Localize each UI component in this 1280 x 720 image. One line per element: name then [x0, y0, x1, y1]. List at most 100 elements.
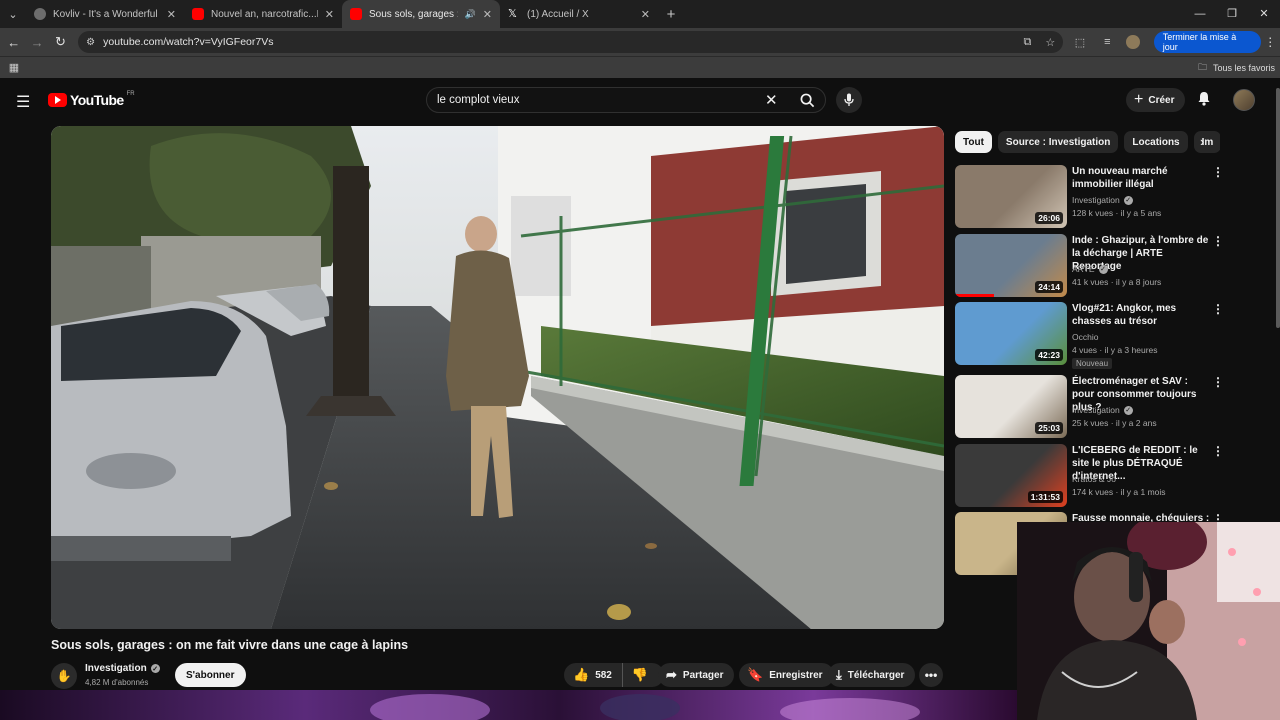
site-info-icon[interactable]: ⚙ — [86, 37, 95, 48]
stream-overlay-strip — [0, 690, 1017, 720]
recommended-channel[interactable]: Occhio — [1072, 332, 1098, 342]
media-controls-icon[interactable]: ≡ — [1097, 36, 1118, 48]
video-player[interactable] — [51, 126, 944, 629]
recommended-video[interactable]: 1:31:53 L'ICEBERG de REDDIT : le site le … — [955, 444, 1225, 510]
browser-menu-icon[interactable]: ⋮ — [1261, 35, 1280, 49]
chevron-right-icon[interactable]: › — [1200, 134, 1204, 149]
view-count-and-date: 41 k vues · il y a 8 jours — [1072, 277, 1162, 287]
speaker-icon[interactable]: 🔊 — [465, 9, 476, 20]
hamburger-menu-icon[interactable]: ☰ — [16, 92, 30, 112]
recommended-channel[interactable]: Kratos & Jo — [1072, 474, 1116, 484]
tab-title: Nouvel an, narcotrafic...L'interv — [211, 8, 318, 20]
tab-search-icon[interactable]: ⌄ — [0, 0, 26, 28]
tab-favicon — [34, 8, 46, 20]
duration-badge: 24:14 — [1035, 281, 1063, 293]
dislike-button[interactable]: 👎 — [623, 667, 648, 683]
recommended-video-title[interactable]: Vlog#21: Angkor, mes chasses au trésor — [1072, 302, 1210, 328]
close-window-icon[interactable]: ✕ — [1248, 0, 1280, 28]
share-button[interactable]: ➦ Partager — [658, 663, 735, 687]
notifications-bell-icon[interactable] — [1197, 91, 1211, 109]
recommended-video[interactable]: 24:14 Inde : Ghazipur, à l'ombre de la dé… — [955, 234, 1225, 300]
recommended-video[interactable]: 26:06 Un nouveau marché immobilier illéga… — [955, 165, 1225, 231]
overlay-graphic — [0, 690, 1017, 720]
browser-tab-1[interactable]: Kovliv - It's a Wonderful Knife ( ✕ — [26, 0, 184, 28]
more-vertical-icon[interactable]: ⋮ — [1212, 165, 1224, 179]
save-button[interactable]: 🔖 Enregistrer — [739, 663, 834, 687]
profile-avatar[interactable] — [1126, 35, 1140, 49]
install-app-icon[interactable]: ⧉ — [1023, 36, 1031, 49]
chip-locations[interactable]: Locations — [1124, 131, 1188, 153]
maximize-icon[interactable]: ❐ — [1216, 0, 1248, 28]
verified-check-icon: ✓ — [1123, 405, 1133, 415]
view-count-and-date: 4 vues · il y a 3 heures — [1072, 345, 1158, 355]
more-actions-button[interactable]: ••• — [919, 663, 943, 687]
chip-partial[interactable]: Im — [1193, 131, 1220, 153]
new-tab-button[interactable]: + — [658, 6, 684, 23]
duration-badge: 1:31:53 — [1027, 491, 1063, 503]
channel-avatar[interactable]: ✋ — [51, 663, 77, 689]
recommended-channel[interactable]: Investigation ✓ — [1072, 195, 1133, 205]
like-dislike-segment: 👍 582 👎 — [564, 663, 664, 687]
browser-tab-2[interactable]: Nouvel an, narcotrafic...L'interv ✕ — [184, 0, 342, 28]
recommended-video[interactable]: 25:03 Électroménager et SAV : pour consom… — [955, 375, 1225, 441]
bookmark-star-icon[interactable]: ☆ — [1045, 36, 1055, 49]
video-frame — [51, 126, 944, 629]
channel-name: ARTE — [1072, 264, 1095, 274]
chip-source-investigation[interactable]: Source : Investigation — [997, 131, 1119, 153]
browser-tab-bar: ⌄ Kovliv - It's a Wonderful Knife ( ✕ No… — [0, 0, 1280, 28]
apps-grid-icon[interactable]: ▦ — [0, 61, 28, 74]
close-tab-icon[interactable]: ✕ — [483, 8, 492, 21]
share-arrow-icon: ➦ — [666, 667, 677, 682]
search-icon — [800, 93, 814, 107]
search-input[interactable] — [437, 94, 757, 106]
video-thumbnail[interactable]: 25:03 — [955, 375, 1067, 438]
recommended-channel[interactable]: Investigation ✓ — [1072, 405, 1133, 415]
download-button[interactable]: ⤓ Télécharger — [828, 663, 916, 687]
video-thumbnail[interactable]: 26:06 — [955, 165, 1067, 228]
minimize-icon[interactable]: — — [1184, 0, 1216, 28]
folder-icon: 🗀 — [1197, 61, 1207, 72]
microphone-icon — [844, 93, 854, 106]
more-vertical-icon[interactable]: ⋮ — [1212, 375, 1224, 389]
reload-icon[interactable]: ↻ — [49, 34, 72, 50]
voice-search-button[interactable] — [836, 87, 862, 113]
search-button[interactable] — [787, 88, 827, 112]
clear-search-icon[interactable]: ✕ — [765, 91, 778, 109]
thumbs-up-icon: 👍 — [573, 667, 590, 682]
update-button[interactable]: Terminer la mise à jour — [1153, 31, 1261, 53]
extensions-icon[interactable]: ⬚ — [1069, 36, 1090, 49]
browser-tab-4[interactable]: 𝕏 (1) Accueil / X ✕ — [500, 0, 658, 28]
more-vertical-icon[interactable]: ⋮ — [1212, 302, 1224, 316]
close-tab-icon[interactable]: ✕ — [167, 8, 176, 21]
more-horizontal-icon: ••• — [924, 668, 938, 682]
forward-icon[interactable]: → — [25, 35, 48, 50]
url-text: youtube.com/watch?v=VyIGFeor7Vs — [103, 36, 274, 48]
user-avatar[interactable] — [1233, 89, 1255, 111]
download-icon: ⤓ — [836, 667, 842, 682]
page-scrollbar[interactable] — [1276, 88, 1280, 328]
youtube-logo[interactable]: YouTube FR — [48, 91, 135, 108]
more-vertical-icon[interactable]: ⋮ — [1212, 444, 1224, 458]
new-badge: Nouveau — [1072, 358, 1113, 369]
back-icon[interactable]: ← — [2, 35, 25, 50]
youtube-play-logo-icon — [48, 93, 67, 107]
channel-name-link[interactable]: Investigation ✓ — [85, 663, 160, 674]
close-tab-icon[interactable]: ✕ — [325, 8, 334, 21]
subscribe-button[interactable]: S'abonner — [175, 663, 246, 687]
verified-check-icon: ✓ — [1098, 264, 1108, 274]
close-tab-icon[interactable]: ✕ — [641, 8, 650, 21]
recommended-video-title[interactable]: Un nouveau marché immobilier illégal — [1072, 165, 1210, 191]
recommended-video[interactable]: 42:23 Vlog#21: Angkor, mes chasses au tré… — [955, 302, 1225, 369]
chip-all[interactable]: Tout — [955, 131, 992, 153]
create-button[interactable]: + Créer — [1126, 88, 1186, 112]
window-controls: — ❐ ✕ — [1184, 0, 1280, 28]
more-vertical-icon[interactable]: ⋮ — [1212, 234, 1224, 248]
video-thumbnail[interactable]: 24:14 — [955, 234, 1067, 297]
all-bookmarks-button[interactable]: 🗀 Tous les favoris — [1198, 60, 1275, 76]
url-omnibox[interactable]: ⚙ youtube.com/watch?v=VyIGFeor7Vs ⧉ ☆ — [78, 31, 1064, 53]
video-thumbnail[interactable]: 1:31:53 — [955, 444, 1067, 507]
recommended-channel[interactable]: ARTE ✓ — [1072, 264, 1108, 274]
browser-tab-3-active[interactable]: Sous sols, garages : on me 🔊 ✕ — [342, 0, 500, 28]
like-button[interactable]: 👍 582 — [564, 663, 623, 687]
video-thumbnail[interactable]: 42:23 — [955, 302, 1067, 365]
